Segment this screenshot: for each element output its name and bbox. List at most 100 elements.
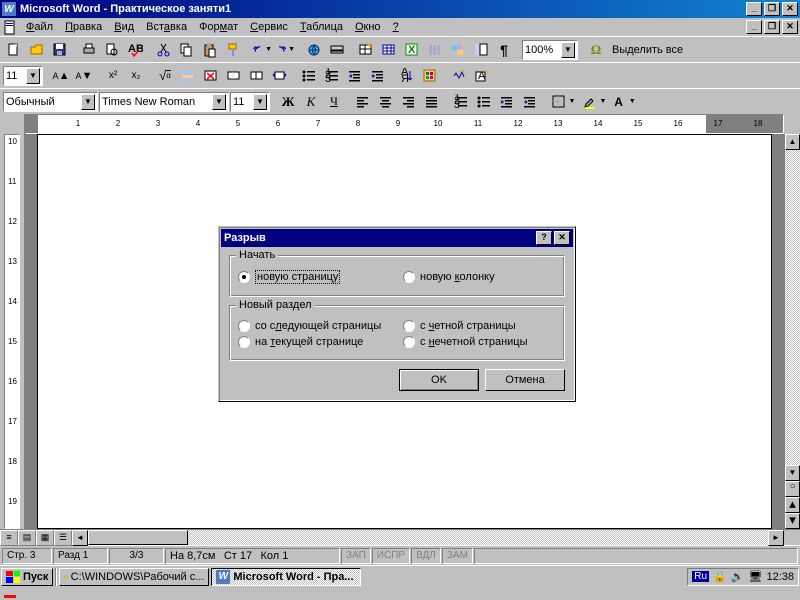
- menu-window[interactable]: Окно: [349, 19, 387, 35]
- undo-button[interactable]: ▼: [251, 39, 273, 61]
- paste-button[interactable]: [199, 39, 221, 61]
- horizontal-ruler[interactable]: 123456789101112131415161718: [25, 114, 784, 134]
- scroll-thumb[interactable]: [88, 530, 188, 545]
- zoom-combo[interactable]: 100%▼: [522, 40, 578, 60]
- fontsize-combo[interactable]: 11▼: [230, 92, 270, 112]
- dropdown-icon[interactable]: ▼: [561, 42, 575, 58]
- increase-indent2-button[interactable]: [344, 65, 366, 87]
- dialog-close-button[interactable]: ✕: [554, 231, 570, 245]
- bold-button[interactable]: Ж: [277, 91, 299, 113]
- delete-rows-button[interactable]: [200, 65, 222, 87]
- menu-file[interactable]: ФФайлайл: [20, 19, 59, 35]
- maximize-button[interactable]: ❐: [764, 2, 780, 16]
- status-ext[interactable]: ВДЛ: [411, 548, 441, 564]
- split-cells-button[interactable]: [246, 65, 268, 87]
- dropdown-icon[interactable]: ▼: [212, 94, 226, 110]
- prev-page-button[interactable]: ▴: [785, 497, 800, 513]
- drawing-button[interactable]: [447, 39, 469, 61]
- radio-current-page[interactable]: на текущей странице: [238, 336, 391, 348]
- print-preview-button[interactable]: [101, 39, 123, 61]
- dropdown-icon[interactable]: ▼: [81, 94, 95, 110]
- tray-volume-icon[interactable]: 🔊: [731, 570, 745, 583]
- spellcheck-button[interactable]: ABC: [124, 39, 146, 61]
- clock[interactable]: 12:38: [766, 571, 794, 583]
- increase-indent-button[interactable]: [519, 91, 541, 113]
- autofit-button[interactable]: [269, 65, 291, 87]
- scroll-track[interactable]: [785, 150, 800, 465]
- vertical-scrollbar[interactable]: ▲ ▼ ○ ▴ ▾: [784, 134, 800, 529]
- status-ovr[interactable]: ЗАМ: [442, 548, 473, 564]
- ok-button[interactable]: OK: [399, 369, 479, 391]
- online-view-button[interactable]: ▤: [18, 530, 36, 546]
- vertical-ruler[interactable]: 10111213141516171819: [0, 134, 25, 529]
- align-justify-button[interactable]: [421, 91, 443, 113]
- normal-view-button[interactable]: ≡: [0, 530, 18, 546]
- taskbar-item-word[interactable]: W Microsoft Word - Пра...: [211, 568, 361, 586]
- format-painter-button[interactable]: [222, 39, 244, 61]
- equation-button[interactable]: √α: [154, 65, 176, 87]
- align-center-button[interactable]: [375, 91, 397, 113]
- font-shrink-button[interactable]: A▼: [73, 65, 95, 87]
- web-toolbar-button[interactable]: [326, 39, 348, 61]
- scroll-track[interactable]: [188, 530, 768, 545]
- doc-map-button[interactable]: [470, 39, 492, 61]
- tray-display-icon[interactable]: 🖥: [749, 570, 763, 583]
- align-right-button[interactable]: [398, 91, 420, 113]
- omega-button[interactable]: Ω: [585, 39, 607, 61]
- print-button[interactable]: [78, 39, 100, 61]
- radio-next-page[interactable]: со следующей страницы: [238, 320, 391, 332]
- new-doc-button[interactable]: [3, 39, 25, 61]
- dropdown-icon[interactable]: ▼: [26, 68, 40, 84]
- mdi-close-button[interactable]: ✕: [782, 20, 798, 34]
- next-page-button[interactable]: ▾: [785, 513, 800, 529]
- radio-even-page[interactable]: с четной страницы: [403, 320, 556, 332]
- dropdown-icon[interactable]: ▼: [253, 94, 267, 110]
- cut-button[interactable]: [153, 39, 175, 61]
- numbering2-button[interactable]: 123: [450, 91, 472, 113]
- pagelayout-view-button[interactable]: ▦: [36, 530, 54, 546]
- mdi-restore-button[interactable]: ❐: [764, 20, 780, 34]
- show-para-button[interactable]: ¶: [493, 39, 515, 61]
- scroll-up-button[interactable]: ▲: [785, 134, 800, 150]
- menu-view[interactable]: Вид: [108, 19, 140, 35]
- language-indicator[interactable]: Ru: [692, 571, 709, 582]
- insert-table-button[interactable]: [378, 39, 400, 61]
- tray-lock-icon[interactable]: 🔒: [713, 570, 727, 583]
- hyperlink-button[interactable]: [303, 39, 325, 61]
- merge-cells-button[interactable]: [223, 65, 245, 87]
- menu-insert[interactable]: Вставка: [140, 19, 193, 35]
- numbering-button[interactable]: 123: [321, 65, 343, 87]
- decrease-indent-button[interactable]: [496, 91, 518, 113]
- radio-new-column[interactable]: новую колонку: [403, 270, 556, 284]
- scroll-right-button[interactable]: ►: [768, 530, 784, 546]
- subscript-button[interactable]: x₂: [125, 65, 147, 87]
- menu-format[interactable]: Формат: [193, 19, 244, 35]
- table-props-button[interactable]: [419, 65, 441, 87]
- menu-help[interactable]: ?: [387, 19, 405, 35]
- italic-button[interactable]: К: [300, 91, 322, 113]
- redo-button[interactable]: ▼: [274, 39, 296, 61]
- fontsize2-combo[interactable]: 11▼: [3, 66, 43, 86]
- copy-button[interactable]: [176, 39, 198, 61]
- cancel-button[interactable]: Отмена: [485, 369, 565, 391]
- select-all-link[interactable]: Выделить все: [612, 44, 683, 56]
- scroll-left-button[interactable]: ◄: [72, 530, 88, 546]
- align-left-button[interactable]: [352, 91, 374, 113]
- radio-new-page[interactable]: новую страницу: [238, 270, 391, 284]
- bullets-button[interactable]: [298, 65, 320, 87]
- open-button[interactable]: [26, 39, 48, 61]
- highlight-button[interactable]: ▼: [579, 91, 609, 113]
- superscript-button[interactable]: x²: [102, 65, 124, 87]
- borders-button[interactable]: ▼: [548, 91, 578, 113]
- mdi-minimize-button[interactable]: _: [746, 20, 762, 34]
- taskbar-item-explorer[interactable]: C:\WINDOWS\Рабочий с...: [59, 568, 209, 586]
- new-style-button[interactable]: A: [471, 65, 493, 87]
- decrease-indent2-button[interactable]: [367, 65, 389, 87]
- underline-button[interactable]: Ч: [323, 91, 345, 113]
- menu-edit[interactable]: Правка: [59, 19, 108, 35]
- menu-table[interactable]: Таблица: [294, 19, 349, 35]
- browse-select-button[interactable]: ○: [785, 481, 800, 497]
- bullets2-button[interactable]: [473, 91, 495, 113]
- tables-borders-button[interactable]: [355, 39, 377, 61]
- outline-view-button[interactable]: ☰: [54, 530, 72, 546]
